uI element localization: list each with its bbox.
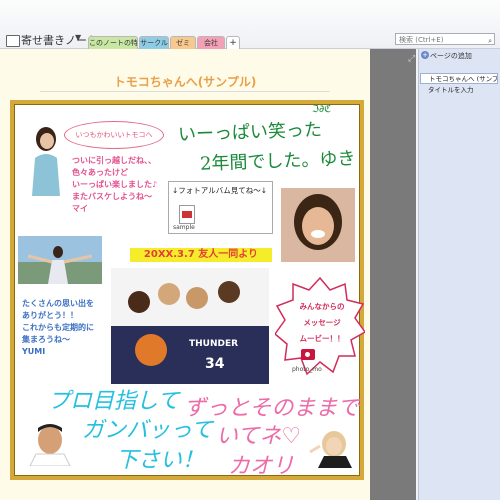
page-item-untitled[interactable]: タイトルを入力	[420, 85, 498, 96]
svg-text:34: 34	[205, 356, 225, 372]
attachment-box[interactable]: ↓フォトアルバム見てね～↓ sample	[168, 181, 273, 234]
message-line[interactable]: 集まろうね～	[22, 334, 70, 346]
man-photo	[24, 420, 76, 466]
message-line[interactable]: たくさんの思い出を	[22, 298, 94, 310]
svg-text:THUNDER: THUNDER	[189, 339, 238, 349]
speech-bubble[interactable]: いつもかわいいトモコへ	[64, 121, 164, 149]
message-line[interactable]: ついに引っ越しだね、、	[72, 155, 156, 167]
outdoor-photo	[18, 236, 102, 284]
attachment-label: ↓フォトアルバム見てね～↓	[172, 186, 267, 195]
pdf-file-icon[interactable]	[179, 205, 195, 224]
message-line[interactable]: いーっぱい楽しました♪	[72, 179, 157, 191]
message-line[interactable]: 色々あったけど	[72, 167, 128, 179]
doodle: ℑ∂ℭ	[312, 104, 332, 115]
tab-seminar[interactable]: ゼミ	[170, 36, 196, 49]
movie-filename: photo_mo	[292, 366, 322, 373]
page-margin	[370, 49, 416, 500]
handwritten-message[interactable]: プロ目指して	[48, 383, 179, 415]
add-section-tab[interactable]: +	[226, 36, 240, 49]
message-signature[interactable]: マイ	[72, 203, 88, 215]
tab-company[interactable]: 会社	[197, 36, 225, 49]
add-page-icon[interactable]: +	[421, 51, 429, 59]
video-message-line: みんなからの	[299, 302, 345, 311]
handwritten-message[interactable]: いてネ♡	[216, 418, 301, 450]
girl-photo	[306, 426, 354, 468]
add-page-button[interactable]: ページの追加	[430, 51, 472, 61]
video-message-text[interactable]: みんなからの メッセージ ムービー！！	[287, 299, 357, 347]
search-icon[interactable]: ⌕	[488, 35, 492, 47]
message-line[interactable]: またバスケしようね～	[72, 191, 152, 203]
video-message-line: ムービー！！	[299, 334, 345, 343]
woman-photo	[26, 122, 66, 196]
attachment-filename: sample	[173, 224, 195, 231]
handwritten-message[interactable]: いーっぱい笑った	[178, 117, 323, 148]
title-underline	[40, 91, 330, 92]
expand-icon[interactable]: ⤢	[408, 54, 415, 64]
message-signature[interactable]: YUMI	[22, 346, 45, 358]
message-line[interactable]: ありがとう！！	[22, 310, 78, 322]
chevron-down-icon[interactable]: ▼	[75, 33, 81, 42]
search-placeholder: 検索 (Ctrl+E)	[399, 36, 444, 44]
message-line[interactable]: これからも定期的に	[22, 322, 94, 334]
notebook-title[interactable]: 寄せ書きノート	[21, 32, 98, 48]
search-input[interactable]: 検索 (Ctrl+E) ⌕	[395, 33, 495, 45]
movie-file-icon[interactable]	[301, 349, 315, 360]
handwritten-message[interactable]: 2年間でした。ゆき	[200, 146, 356, 177]
team-photo: THUNDER 34	[111, 268, 269, 384]
page-list-panel	[418, 49, 500, 500]
handwritten-message[interactable]: 下さい！	[116, 442, 204, 474]
handwritten-message[interactable]: カオリ	[228, 448, 294, 480]
notebook-icon[interactable]	[6, 35, 20, 47]
date-banner[interactable]: 20XX.3.7 友人一同より	[130, 248, 272, 262]
portrait-photo	[281, 188, 355, 262]
video-message-line: メッセージ	[303, 318, 341, 327]
tab-features[interactable]: このノートの特長	[88, 36, 138, 49]
page-item-tomoko[interactable]: トモコちゃんへ (サンプル)	[420, 73, 498, 84]
page-title[interactable]: トモコちゃんへ(サンプル)	[0, 73, 370, 90]
tab-circle[interactable]: サークル	[139, 36, 169, 49]
